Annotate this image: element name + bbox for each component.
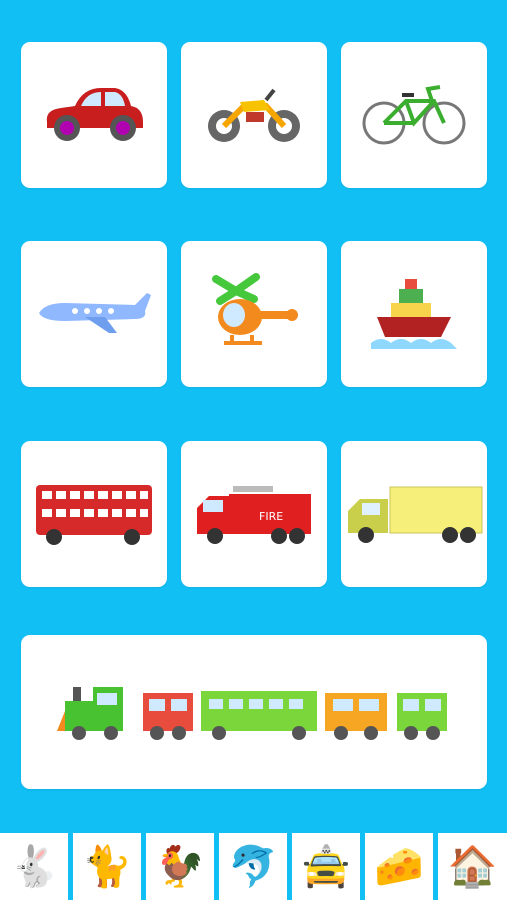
taxi-icon: 🚖 xyxy=(301,843,351,890)
boat-card[interactable] xyxy=(341,241,487,387)
rooster-icon: 🐓 xyxy=(155,843,205,890)
train-icon xyxy=(57,687,447,740)
tab-dolphin[interactable]: 🐬 xyxy=(219,833,287,900)
truck-icon xyxy=(348,486,483,543)
bicycle-card[interactable] xyxy=(341,42,487,188)
airplane-icon xyxy=(39,293,151,333)
dolphin-icon: 🐬 xyxy=(228,843,278,890)
fire-truck-card[interactable]: FIRE xyxy=(181,441,327,587)
helicopter-icon xyxy=(212,273,298,345)
tab-cheese[interactable]: 🧀 xyxy=(365,833,433,900)
bus-icon xyxy=(36,485,152,545)
house-icon: 🏠 xyxy=(447,843,498,890)
train-card[interactable] xyxy=(21,635,487,789)
motorcycle-card[interactable] xyxy=(181,42,327,188)
tab-cat[interactable]: 🐈 xyxy=(73,833,141,900)
helicopter-card[interactable] xyxy=(181,241,327,387)
truck-card[interactable] xyxy=(341,441,487,587)
car-card[interactable] xyxy=(21,42,167,188)
cheese-icon: 🧀 xyxy=(374,843,424,890)
cat-icon: 🐈 xyxy=(82,843,132,890)
boat-icon xyxy=(371,279,457,349)
fire-truck-label: FIRE xyxy=(259,510,283,523)
rabbit-icon: 🐇 xyxy=(9,843,59,890)
category-tab-bar: 🐇 🐈 🐓 🐬 🚖 🧀 🏠 xyxy=(0,830,507,900)
tab-taxi[interactable]: 🚖 xyxy=(292,833,360,900)
fire-truck-icon: FIRE xyxy=(197,486,311,544)
motorcycle-icon xyxy=(208,88,300,142)
tab-rooster[interactable]: 🐓 xyxy=(146,833,214,900)
bus-card[interactable] xyxy=(21,441,167,587)
airplane-card[interactable] xyxy=(21,241,167,387)
car-icon xyxy=(46,88,143,141)
tab-house[interactable]: 🏠 xyxy=(438,833,507,900)
tab-rabbit[interactable]: 🐇 xyxy=(0,833,68,900)
bicycle-icon xyxy=(362,85,466,145)
